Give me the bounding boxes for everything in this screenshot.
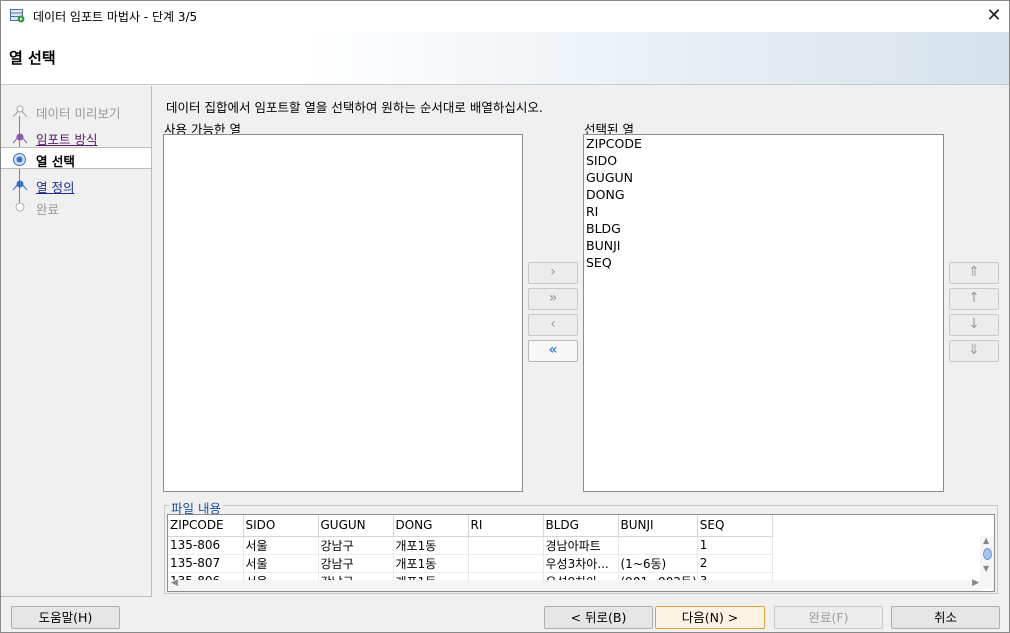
- table-cell: 서울: [243, 536, 319, 555]
- list-item[interactable]: BUNJI: [584, 237, 943, 254]
- list-item[interactable]: DONG: [584, 186, 943, 203]
- step-pending-icon: [15, 202, 25, 212]
- step-done-icon: [12, 105, 28, 118]
- available-columns-list[interactable]: [163, 134, 523, 492]
- move-all-right-button[interactable]: »: [528, 288, 578, 310]
- window-title: 데이터 임포트 마법사 - 단계 3/5: [33, 10, 198, 24]
- move-left-button[interactable]: ‹: [528, 314, 578, 336]
- list-item[interactable]: SEQ: [584, 254, 943, 271]
- wizard-steps-nav: 데이터 미리보기 임포트 방식 열 선택 열 정의 완료: [1, 86, 152, 597]
- finish-button: 완료(F): [774, 606, 883, 629]
- table-row[interactable]: 135-807 서울 강남구 개포1동 우성3차아... (1~6동) 2: [168, 554, 773, 573]
- move-down-button[interactable]: ↓: [949, 314, 999, 336]
- step-header: 열 선택: [1, 32, 1009, 85]
- column-header[interactable]: SIDO: [243, 515, 319, 537]
- step-next-icon: [12, 180, 28, 191]
- table-cell: [618, 536, 698, 555]
- nav-step-label: 열 선택: [36, 154, 75, 169]
- move-right-button[interactable]: ›: [528, 262, 578, 284]
- column-header[interactable]: SEQ: [697, 515, 773, 537]
- scroll-thumb[interactable]: [983, 548, 992, 560]
- table-cell: 1: [697, 536, 773, 555]
- table-cell: 개포1동: [393, 554, 469, 573]
- table-cell: 135-806: [168, 536, 244, 555]
- table-cell: [468, 536, 544, 555]
- title-bar: 데이터 임포트 마법사 - 단계 3/5 ✕: [1, 1, 1009, 32]
- move-top-button[interactable]: ⇑: [949, 262, 999, 284]
- step-current-icon: [13, 153, 26, 166]
- vertical-scrollbar[interactable]: ▲ ▼: [980, 536, 994, 588]
- column-header[interactable]: ZIPCODE: [168, 515, 244, 537]
- file-preview-grid[interactable]: ZIPCODE SIDO GUGUN DONG RI BLDG BUNJI SE…: [167, 514, 995, 592]
- nav-step-label[interactable]: 임포트 방식: [36, 129, 97, 148]
- table-cell: [468, 554, 544, 573]
- table-cell: 강남구: [318, 554, 394, 573]
- column-header[interactable]: BLDG: [543, 515, 619, 537]
- table-cell: 우성3차아...: [543, 554, 619, 573]
- nav-step-label: 데이터 미리보기: [36, 106, 121, 121]
- table-cell: 135-807: [168, 554, 244, 573]
- wizard-window: 데이터 임포트 마법사 - 단계 3/5 ✕ 열 선택 데이터 미리보기 임포트…: [0, 0, 1010, 633]
- nav-step-column-define[interactable]: 열 정의: [1, 174, 151, 196]
- scroll-left-icon[interactable]: ◀: [171, 578, 178, 588]
- table-cell: (1~6동): [618, 554, 698, 573]
- table-row[interactable]: 135-806 서울 강남구 개포1동 경남아파트 1: [168, 536, 773, 555]
- scroll-down-icon[interactable]: ▼: [983, 564, 989, 573]
- table-cell: 개포1동: [393, 536, 469, 555]
- list-item[interactable]: GUGUN: [584, 169, 943, 186]
- table-cell: 2: [697, 554, 773, 573]
- instruction-text: 데이터 집합에서 임포트할 열을 선택하여 원하는 순서대로 배열하십시오.: [166, 100, 543, 115]
- move-all-left-button[interactable]: «: [528, 340, 578, 362]
- column-header[interactable]: RI: [468, 515, 544, 537]
- column-header[interactable]: BUNJI: [618, 515, 698, 537]
- app-icon: [10, 9, 25, 23]
- move-up-button[interactable]: ↑: [949, 288, 999, 310]
- nav-step-label: 완료: [36, 202, 60, 217]
- scroll-up-icon[interactable]: ▲: [983, 536, 989, 545]
- close-icon[interactable]: ✕: [979, 1, 1009, 31]
- table-cell: 강남구: [318, 536, 394, 555]
- nav-step-finish: 완료: [1, 196, 151, 218]
- list-item[interactable]: ZIPCODE: [584, 135, 943, 152]
- cancel-button[interactable]: 취소: [891, 606, 1000, 629]
- column-header[interactable]: DONG: [393, 515, 469, 537]
- table-cell: 경남아파트: [543, 536, 619, 555]
- nav-step-import-method[interactable]: 임포트 방식: [1, 126, 151, 148]
- list-item[interactable]: BLDG: [584, 220, 943, 237]
- list-item[interactable]: SIDO: [584, 152, 943, 169]
- next-button[interactable]: 다음(N) >: [655, 606, 765, 629]
- step-visited-icon: [12, 133, 28, 144]
- nav-step-label[interactable]: 열 정의: [36, 177, 74, 196]
- nav-step-preview: 데이터 미리보기: [1, 100, 151, 122]
- list-item[interactable]: RI: [584, 203, 943, 220]
- horizontal-scrollbar[interactable]: ◀ ▶: [168, 578, 982, 591]
- back-button[interactable]: < 뒤로(B): [544, 606, 653, 629]
- page-title: 열 선택: [9, 49, 56, 67]
- column-header[interactable]: GUGUN: [318, 515, 394, 537]
- table-header-row: ZIPCODE SIDO GUGUN DONG RI BLDG BUNJI SE…: [168, 515, 773, 537]
- move-bottom-button[interactable]: ⇓: [949, 340, 999, 362]
- help-button[interactable]: 도움말(H): [11, 606, 120, 629]
- scroll-right-icon[interactable]: ▶: [972, 578, 979, 588]
- selected-columns-list[interactable]: ZIPCODE SIDO GUGUN DONG RI BLDG BUNJI SE…: [583, 134, 944, 492]
- table-cell: 서울: [243, 554, 319, 573]
- nav-step-column-select[interactable]: 열 선택: [1, 147, 151, 169]
